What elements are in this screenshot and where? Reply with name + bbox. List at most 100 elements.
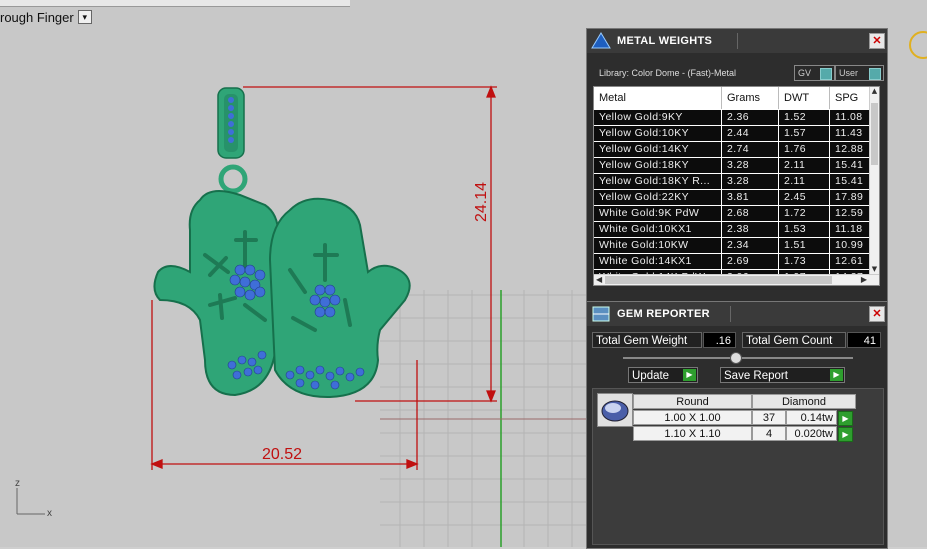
grams-cell: 3.28: [722, 158, 779, 174]
dwt-cell: 2.45: [779, 190, 830, 206]
spg-cell: 12.61: [830, 254, 870, 270]
dwt-cell: 1.76: [779, 142, 830, 158]
table-row[interactable]: Yellow Gold:9KY 2.36 1.52 11.08: [594, 110, 870, 126]
slider-knob[interactable]: [730, 352, 742, 364]
metal-cell: Yellow Gold:22KY: [594, 190, 722, 206]
gem-count-cell: 4: [752, 426, 786, 441]
chevron-down-icon[interactable]: ▾: [77, 10, 92, 24]
grams-cell: 3.81: [722, 190, 779, 206]
vertical-scrollbar[interactable]: ▲ ▼: [869, 87, 879, 275]
grams-cell: 2.68: [722, 206, 779, 222]
horizontal-scrollbar[interactable]: ◀ ▶: [594, 274, 879, 285]
library-label: Library: Color Dome - (Fast)-Metal: [599, 68, 737, 78]
metal-cell: Yellow Gold:18KY: [594, 158, 722, 174]
close-icon[interactable]: ✕: [869, 33, 885, 49]
table-row[interactable]: White Gold:9K PdW 2.68 1.72 12.59: [594, 206, 870, 222]
spg-cell: 15.41: [830, 158, 870, 174]
total-gem-count-label: Total Gem Count: [742, 332, 846, 348]
partial-tool-icon: [909, 31, 927, 59]
metal-weights-panel: METAL WEIGHTS ✕ Library: Color Dome - (F…: [586, 28, 888, 303]
command-dropdown[interactable]: rough Finger ▾: [0, 8, 92, 26]
spg-cell: 11.18: [830, 222, 870, 238]
column-header-metal[interactable]: Metal: [594, 87, 722, 109]
gem-reporter-titlebar[interactable]: GEM REPORTER ✕: [587, 302, 887, 326]
spg-cell: 12.88: [830, 142, 870, 158]
save-report-button[interactable]: Save Report ▶: [720, 367, 845, 383]
gem-row-go-button[interactable]: ▶: [838, 427, 853, 442]
metal-cell: Yellow Gold:10KY: [594, 126, 722, 142]
grams-cell: 2.34: [722, 238, 779, 254]
dwt-cell: 1.53: [779, 222, 830, 238]
spg-cell: 12.59: [830, 206, 870, 222]
total-gem-count-value: 41: [847, 332, 881, 348]
grams-cell: 2.38: [722, 222, 779, 238]
dwt-cell: 1.73: [779, 254, 830, 270]
table-row[interactable]: Yellow Gold:22KY 3.81 2.45 17.89: [594, 190, 870, 206]
spg-cell: 11.08: [830, 110, 870, 126]
dwt-cell: 2.11: [779, 158, 830, 174]
gv-toggle[interactable]: GV: [794, 65, 835, 81]
metal-weights-table: Metal Grams DWT SPG Yellow Gold:9KY 2.36 1…: [593, 86, 880, 286]
play-icon: ▶: [830, 369, 843, 381]
axis-x-label: x: [47, 508, 52, 519]
dwt-cell: 1.57: [779, 126, 830, 142]
spg-cell: 11.43: [830, 126, 870, 142]
metal-weights-titlebar[interactable]: METAL WEIGHTS ✕: [587, 29, 887, 53]
dwt-cell: 1.51: [779, 238, 830, 254]
report-slider[interactable]: [623, 352, 853, 364]
mitten-pendant-model: [153, 87, 411, 399]
table-header: Metal Grams DWT SPG: [594, 87, 870, 109]
dimension-height-label: 24.14: [473, 181, 490, 222]
grams-cell: 2.44: [722, 126, 779, 142]
metal-cell: Yellow Gold:14KY: [594, 142, 722, 158]
table-row[interactable]: White Gold:14KX1 2.69 1.73 12.61: [594, 254, 870, 270]
user-label: User: [839, 68, 859, 78]
round-diamond-icon: [597, 393, 633, 427]
spg-cell: 17.89: [830, 190, 870, 206]
table-row[interactable]: Yellow Gold:18KY 3.28 2.11 15.41: [594, 158, 870, 174]
table-row[interactable]: Yellow Gold:10KY 2.44 1.57 11.43: [594, 126, 870, 142]
metal-weights-title: METAL WEIGHTS: [617, 35, 713, 47]
total-gem-weight-value: .16: [703, 332, 736, 348]
grams-cell: 2.69: [722, 254, 779, 270]
spg-cell: 10.99: [830, 238, 870, 254]
close-icon[interactable]: ✕: [869, 306, 885, 322]
table-row[interactable]: Yellow Gold:14KY 2.74 1.76 12.88: [594, 142, 870, 158]
table-body: Yellow Gold:9KY 2.36 1.52 11.08 Yellow Gold:…: [594, 110, 870, 285]
total-gem-weight-label: Total Gem Weight: [592, 332, 702, 348]
table-row[interactable]: White Gold:10KW 2.34 1.51 10.99: [594, 238, 870, 254]
gem-reporter-icon: [592, 306, 610, 322]
gem-shape-header: Round: [633, 394, 752, 409]
save-report-label: Save Report: [724, 370, 788, 382]
metal-cell: White Gold:14KX1: [594, 254, 722, 270]
column-header-spg[interactable]: SPG: [830, 87, 870, 109]
update-button[interactable]: Update ▶: [628, 367, 698, 383]
gem-row-go-button[interactable]: ▶: [838, 411, 853, 426]
gem-size-cell: 1.10 X 1.10: [633, 426, 752, 441]
metal-weights-icon: [591, 32, 611, 49]
top-toolbar: rough Finger ▾: [0, 0, 927, 28]
grams-cell: 2.74: [722, 142, 779, 158]
table-row[interactable]: White Gold:10KX1 2.38 1.53 11.18: [594, 222, 870, 238]
metal-cell: White Gold:10KX1: [594, 222, 722, 238]
gem-count-cell: 37: [752, 410, 786, 425]
column-header-dwt[interactable]: DWT: [779, 87, 830, 109]
command-label: rough Finger: [0, 9, 74, 25]
tab-strip[interactable]: [0, 0, 350, 7]
dimension-width-label: 20.52: [262, 446, 303, 463]
gem-stone-header: Diamond: [752, 394, 856, 409]
dwt-cell: 1.72: [779, 206, 830, 222]
table-row[interactable]: Yellow Gold:18KY R... 3.28 2.11 15.41: [594, 174, 870, 190]
gem-weight-cell: 0.14tw: [786, 410, 837, 425]
spg-cell: 15.41: [830, 174, 870, 190]
axis-z-label: z: [15, 478, 20, 489]
gem-weight-cell: 0.020tw: [786, 426, 837, 441]
axis-indicator: [16, 488, 45, 515]
column-header-grams[interactable]: Grams: [722, 87, 779, 109]
dwt-cell: 1.52: [779, 110, 830, 126]
update-label: Update: [632, 370, 670, 382]
user-toggle[interactable]: User: [835, 65, 884, 81]
gem-size-cell: 1.00 X 1.00: [633, 410, 752, 425]
gem-reporter-title: GEM REPORTER: [617, 308, 710, 320]
gv-label: GV: [798, 68, 812, 78]
